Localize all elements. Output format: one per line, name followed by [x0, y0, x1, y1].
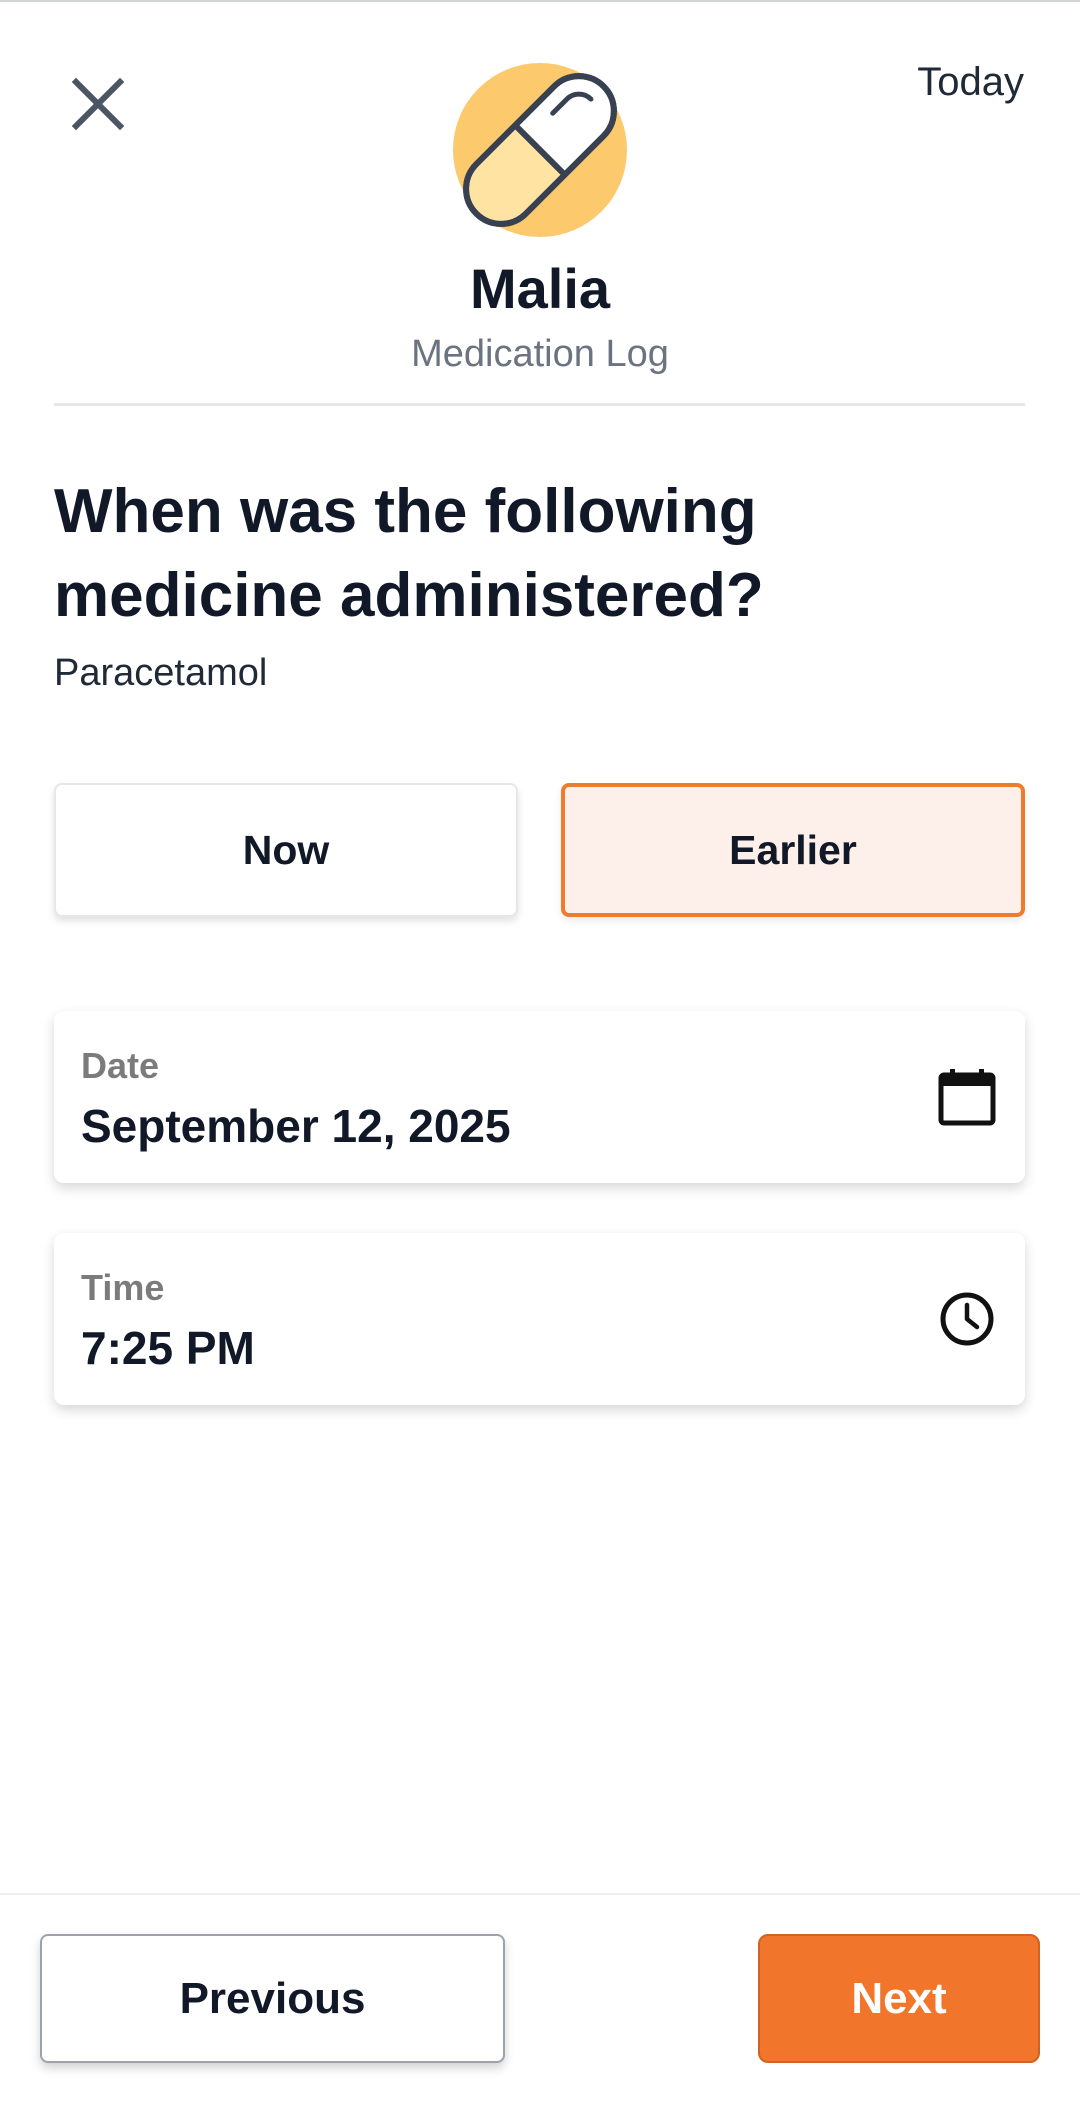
- clock-icon[interactable]: [937, 1289, 997, 1349]
- time-value: 7:25 PM: [81, 1322, 255, 1374]
- footer-divider: [0, 1893, 1080, 1895]
- medication-log-screen: Today Malia Medication Log When was the …: [0, 0, 1080, 2113]
- date-value: September 12, 2025: [81, 1100, 511, 1152]
- next-button[interactable]: Next: [758, 1934, 1040, 2063]
- log-subtitle: Medication Log: [411, 333, 669, 375]
- time-field[interactable]: Time 7:25 PM: [54, 1233, 1025, 1405]
- close-button[interactable]: [60, 66, 136, 142]
- today-link[interactable]: Today: [917, 60, 1024, 105]
- close-icon: [71, 77, 125, 131]
- question-heading: When was the following medicine administ…: [54, 477, 764, 630]
- earlier-option-button[interactable]: Earlier: [561, 783, 1025, 917]
- pill-icon: [453, 63, 627, 237]
- patient-name: Malia: [469, 257, 611, 320]
- date-label: Date: [81, 1045, 160, 1086]
- calendar-icon[interactable]: [937, 1067, 997, 1127]
- medicine-name: Paracetamol: [54, 652, 268, 694]
- header-divider: [54, 403, 1025, 406]
- top-rule: [0, 0, 1080, 2]
- now-option-button[interactable]: Now: [54, 783, 518, 917]
- date-field[interactable]: Date September 12, 2025: [54, 1011, 1025, 1183]
- previous-button[interactable]: Previous: [40, 1934, 505, 2063]
- time-label: Time: [81, 1267, 165, 1308]
